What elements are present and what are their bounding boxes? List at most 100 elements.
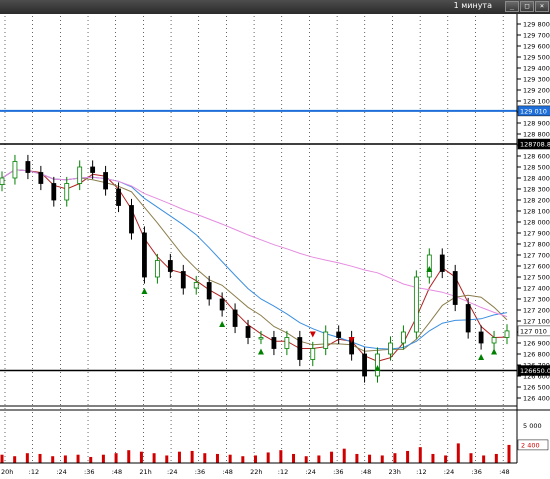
volume-axis: 5 000 2 400 xyxy=(517,422,549,451)
volume-bar xyxy=(494,453,498,463)
volume-bar xyxy=(292,453,296,463)
candle-body xyxy=(284,337,290,349)
candle-body xyxy=(504,330,510,338)
price-candles xyxy=(0,154,510,383)
candle-body xyxy=(219,298,225,311)
vertical-grid xyxy=(4,16,504,463)
time-tick-label: :12 xyxy=(416,468,426,476)
price-axis: 129 800 129 700 129 600 129 500 129 400 129 3… xyxy=(517,21,550,403)
candle-body xyxy=(362,353,367,377)
time-axis: 20h:12:24:36:48 21h:24:36:48 22h:12:24:36:… xyxy=(1,468,510,476)
volume-bar xyxy=(177,451,181,463)
price-tick-label: 128 000 xyxy=(523,219,550,227)
price-tick-label: 128 100 xyxy=(523,208,550,216)
candle-body xyxy=(180,271,186,289)
volume-bar xyxy=(241,456,245,463)
candle-body xyxy=(129,205,134,234)
maximize-icon[interactable]: □ xyxy=(520,1,534,12)
current-price-label: 127 010 xyxy=(520,327,547,335)
price-tick-label: 127 600 xyxy=(523,263,550,271)
price-tick-label: 128 900 xyxy=(523,120,550,128)
price-tick-label: 127 200 xyxy=(523,307,550,315)
time-tick-label: 22h xyxy=(250,468,262,476)
volume-bar xyxy=(254,455,257,463)
candle-body xyxy=(90,166,96,173)
candle-body xyxy=(103,172,108,190)
upper-level-label: 128708.8 xyxy=(520,141,550,149)
candle-body xyxy=(258,337,264,340)
price-tick-label: 129 600 xyxy=(523,43,550,51)
volume-bar xyxy=(165,455,169,463)
price-tick-label: 127 500 xyxy=(523,274,550,282)
volume-bar xyxy=(51,456,55,463)
candle-body xyxy=(232,309,238,327)
candle-body xyxy=(465,304,471,333)
candle-body xyxy=(64,183,70,201)
volume-bar xyxy=(38,453,42,463)
volume-bar xyxy=(418,447,422,463)
time-tick-label: :12 xyxy=(278,468,288,476)
volume-bar xyxy=(0,454,4,463)
signal-marker xyxy=(491,348,498,355)
signal-marker xyxy=(309,331,316,338)
time-tick-label: :24 xyxy=(305,468,315,476)
candle-body xyxy=(401,331,406,344)
volume-bar xyxy=(482,455,486,463)
price-tick-label: 126 400 xyxy=(523,395,550,403)
price-tick-label: 129 500 xyxy=(523,54,550,62)
price-tick-label: 126 800 xyxy=(523,351,550,359)
price-tick-label: 129 200 xyxy=(523,87,550,95)
candle-body xyxy=(336,331,342,338)
signal-marker xyxy=(257,348,264,355)
candle-body xyxy=(413,276,419,333)
candle-body xyxy=(452,271,458,305)
time-tick-label: :12 xyxy=(29,468,39,476)
price-tick-label: 126 900 xyxy=(523,340,550,348)
volume-bar xyxy=(89,456,93,463)
volume-bar xyxy=(406,450,410,463)
time-tick-label: :36 xyxy=(195,468,205,476)
time-tick-label: :36 xyxy=(333,468,343,476)
volume-bar xyxy=(152,453,156,463)
volume-bar xyxy=(190,450,194,463)
minimize-icon[interactable]: _ xyxy=(505,1,519,12)
volume-tick-label: 5 000 xyxy=(523,422,542,430)
candle-body xyxy=(297,337,303,360)
volume-bars xyxy=(0,443,511,463)
time-tick-label: :48 xyxy=(222,468,232,476)
blue-level-label: 129 010 xyxy=(520,107,547,115)
volume-bar xyxy=(456,443,460,463)
volume-bar xyxy=(431,453,435,463)
price-tick-label: 127 100 xyxy=(523,318,550,326)
volume-bar xyxy=(279,450,283,463)
candle-body xyxy=(167,260,173,272)
volume-bar xyxy=(368,454,372,463)
candle-body xyxy=(38,172,44,184)
volume-bar xyxy=(380,455,384,463)
volume-bar xyxy=(355,453,359,463)
price-tick-label: 128 800 xyxy=(523,131,550,139)
volume-bar xyxy=(63,455,67,463)
close-icon[interactable]: × xyxy=(535,1,549,12)
time-tick-label: 21h xyxy=(139,468,151,476)
time-tick-label: :48 xyxy=(112,468,122,476)
signal-marker xyxy=(219,321,226,327)
candle-body xyxy=(310,348,316,360)
time-tick-label: :24 xyxy=(167,468,177,476)
price-tick-label: 126 500 xyxy=(523,384,550,392)
candle-body xyxy=(271,337,277,349)
candle-body xyxy=(0,177,5,185)
volume-bar xyxy=(317,455,321,463)
volume-bar xyxy=(13,456,17,463)
volume-bar xyxy=(304,456,308,463)
price-tick-label: 128 200 xyxy=(523,197,550,205)
volume-bar xyxy=(76,454,80,463)
candle-body xyxy=(245,326,251,338)
price-tick-label: 129 700 xyxy=(523,32,550,40)
price-tick-label: 129 100 xyxy=(523,98,550,106)
price-tick-label: 127 800 xyxy=(523,241,550,249)
volume-bar xyxy=(469,453,473,463)
candle-body xyxy=(206,282,212,300)
candle-body xyxy=(478,331,484,344)
price-tick-label: 127 300 xyxy=(523,296,550,304)
